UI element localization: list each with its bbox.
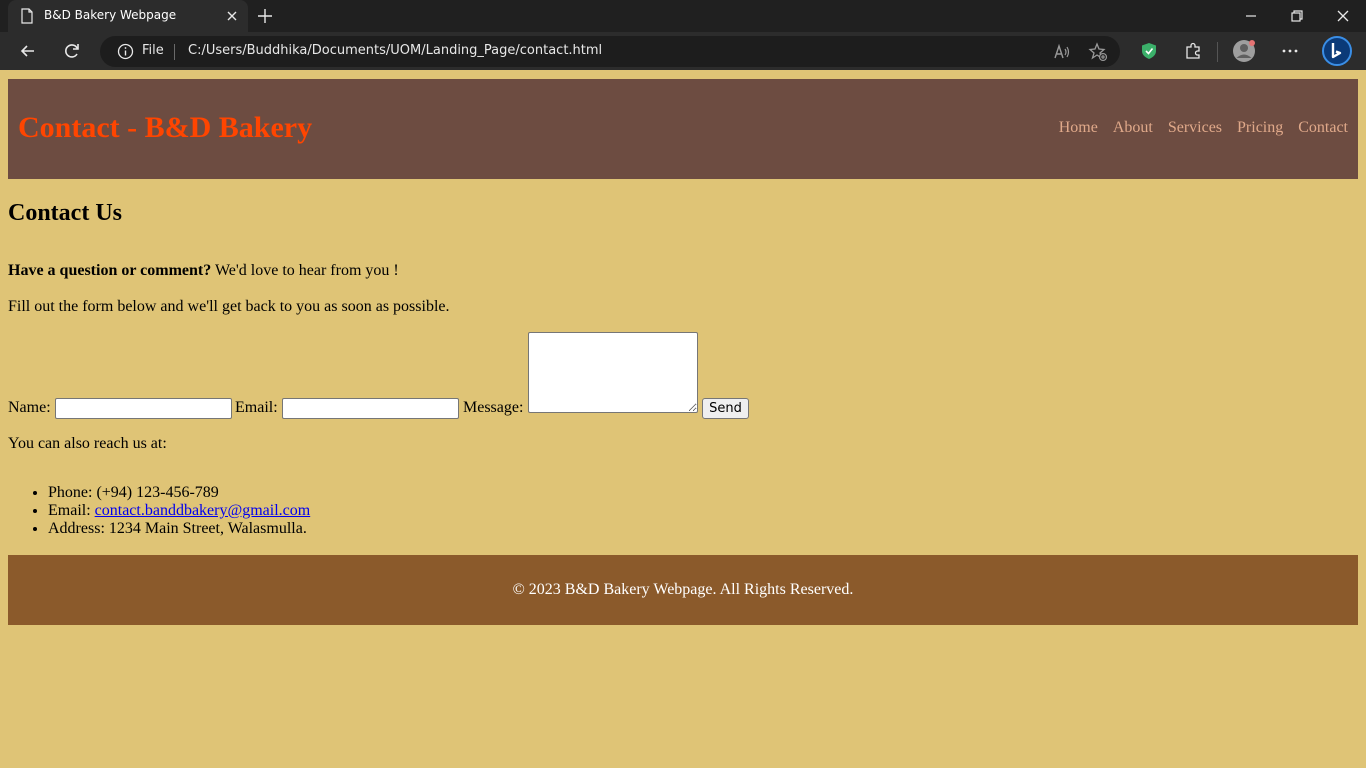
more-options-icon[interactable] bbox=[1280, 41, 1300, 61]
web-page: Contact - B&D Bakery Home About Services… bbox=[0, 70, 1366, 768]
nav-link-about[interactable]: About bbox=[1113, 119, 1153, 137]
page-icon bbox=[21, 8, 33, 24]
bing-copilot-icon[interactable] bbox=[1322, 36, 1352, 66]
shield-icon[interactable] bbox=[1139, 41, 1159, 61]
profile-avatar-icon[interactable] bbox=[1232, 39, 1256, 63]
email-label: Email: bbox=[235, 399, 278, 416]
site-title: Contact - B&D Bakery bbox=[18, 111, 313, 144]
new-tab-icon[interactable] bbox=[256, 7, 274, 25]
email-input[interactable] bbox=[282, 398, 459, 419]
name-label: Name: bbox=[8, 399, 51, 416]
extensions-icon[interactable] bbox=[1183, 41, 1203, 61]
refresh-icon[interactable] bbox=[62, 41, 82, 61]
form-instruction: Fill out the form below and we'll get ba… bbox=[8, 298, 450, 315]
reach-text: You can also reach us at: bbox=[8, 435, 167, 452]
nav-link-pricing[interactable]: Pricing bbox=[1237, 119, 1283, 137]
nav-link-home[interactable]: Home bbox=[1059, 119, 1098, 137]
message-textarea[interactable] bbox=[528, 332, 698, 413]
page-heading: Contact Us bbox=[8, 200, 122, 226]
intro-rest: We'd love to hear from you ! bbox=[211, 262, 399, 279]
toolbar-separator bbox=[1217, 42, 1218, 62]
contact-email: Email: contact.banddbakery@gmail.com bbox=[48, 502, 310, 520]
address-separator bbox=[174, 44, 175, 60]
name-input[interactable] bbox=[55, 398, 232, 419]
intro-text: Have a question or comment? We'd love to… bbox=[8, 262, 399, 280]
site-header: Contact - B&D Bakery Home About Services… bbox=[8, 79, 1358, 179]
contact-phone: Phone: (+94) 123-456-789 bbox=[48, 484, 310, 502]
contact-list: Phone: (+94) 123-456-789 Email: contact.… bbox=[48, 484, 310, 538]
contact-address: Address: 1234 Main Street, Walasmulla. bbox=[48, 520, 310, 538]
message-label: Message: bbox=[463, 399, 524, 416]
add-favorite-icon[interactable] bbox=[1088, 42, 1108, 62]
browser-toolbar: File C:/Users/Buddhika/Documents/UOM/Lan… bbox=[0, 32, 1366, 70]
tab-title: B&D Bakery Webpage bbox=[44, 8, 177, 22]
nav-link-services[interactable]: Services bbox=[1168, 119, 1222, 137]
address-url[interactable]: C:/Users/Buddhika/Documents/UOM/Landing_… bbox=[188, 43, 602, 58]
close-window-icon[interactable] bbox=[1335, 8, 1351, 24]
contact-email-prefix: Email: bbox=[48, 502, 95, 519]
send-button[interactable]: Send bbox=[702, 398, 749, 419]
site-nav: Home About Services Pricing Contact bbox=[1059, 119, 1348, 137]
footer-text: © 2023 B&D Bakery Webpage. All Rights Re… bbox=[512, 581, 854, 598]
info-icon[interactable] bbox=[117, 43, 134, 60]
contact-email-link[interactable]: contact.banddbakery@gmail.com bbox=[95, 502, 311, 519]
address-scheme: File bbox=[142, 43, 164, 58]
restore-icon[interactable] bbox=[1289, 8, 1305, 24]
read-aloud-icon[interactable] bbox=[1052, 42, 1072, 62]
browser-tab[interactable]: B&D Bakery Webpage bbox=[8, 0, 248, 32]
nav-link-contact[interactable]: Contact bbox=[1298, 119, 1348, 137]
site-footer: © 2023 B&D Bakery Webpage. All Rights Re… bbox=[8, 555, 1358, 625]
browser-titlebar: B&D Bakery Webpage bbox=[0, 0, 1366, 32]
minimize-icon[interactable] bbox=[1243, 8, 1259, 24]
back-icon[interactable] bbox=[18, 41, 38, 61]
address-bar[interactable]: File C:/Users/Buddhika/Documents/UOM/Lan… bbox=[100, 36, 1120, 67]
close-tab-icon[interactable] bbox=[224, 8, 240, 24]
intro-bold: Have a question or comment? bbox=[8, 262, 212, 279]
